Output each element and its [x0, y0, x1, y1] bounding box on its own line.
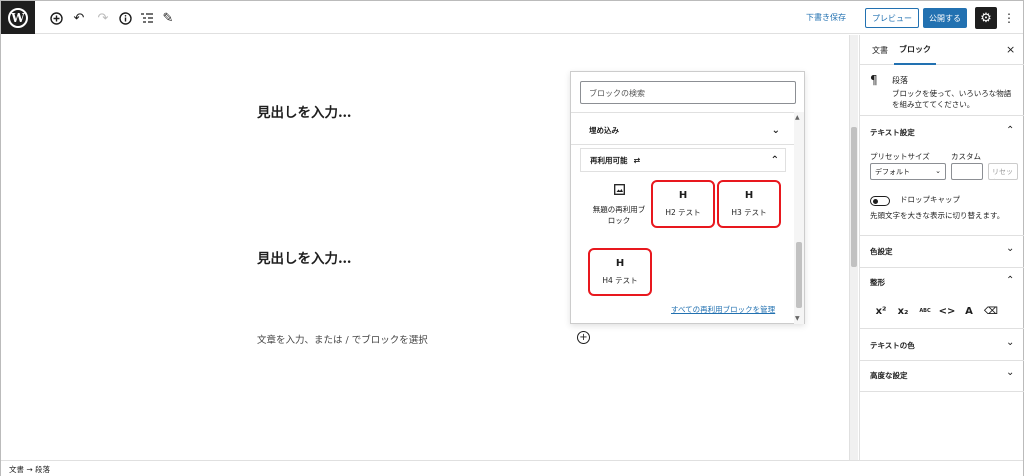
- block-item-h3-test[interactable]: H H3 テスト: [717, 180, 781, 228]
- heading-icon: H: [615, 258, 625, 269]
- text-color-icon[interactable]: A: [960, 303, 978, 319]
- block-item-label: H2 テスト: [665, 208, 701, 217]
- divider: [571, 144, 804, 145]
- tab-document[interactable]: 文書: [866, 35, 894, 65]
- scrollbar-thumb[interactable]: [851, 127, 857, 267]
- chevron-down-icon[interactable]: ⌄: [1006, 367, 1014, 378]
- breadcrumb[interactable]: 文書 → 段落: [9, 464, 50, 475]
- chevron-down-icon: ⌄: [771, 124, 780, 136]
- close-icon[interactable]: ×: [1006, 43, 1015, 56]
- panel-text-color[interactable]: テキストの色: [870, 340, 1016, 351]
- preset-size-value: デフォルト: [875, 168, 910, 176]
- paragraph-placeholder[interactable]: 文章を入力、または / でブロックを選択: [257, 332, 428, 346]
- tab-block[interactable]: ブロック: [894, 35, 936, 65]
- drop-cap-toggle[interactable]: [870, 196, 890, 206]
- more-options-icon[interactable]: ⋮: [1003, 10, 1015, 26]
- panel-text-settings[interactable]: テキスト設定: [870, 127, 1016, 138]
- redo-icon[interactable]: ↷: [95, 10, 111, 26]
- code-icon[interactable]: <>: [938, 303, 956, 319]
- publish-button[interactable]: 公開する: [923, 8, 967, 28]
- add-block-icon[interactable]: [48, 10, 64, 26]
- preset-size-label: プリセットサイズ: [870, 152, 930, 161]
- canvas-scrollbar[interactable]: [849, 35, 858, 460]
- panel-formatting[interactable]: 整形: [870, 277, 1016, 288]
- heading-icon: H: [744, 190, 754, 201]
- drop-cap-help: 先頭文字を大きな表示に切り替えます。: [870, 211, 1005, 220]
- block-search-input[interactable]: ブロックの検索: [580, 81, 796, 104]
- inserter-scrollbar[interactable]: ▲ ▼: [794, 112, 804, 324]
- wordpress-logo-icon[interactable]: W: [1, 1, 35, 34]
- chevron-up-icon[interactable]: ⌃: [1006, 125, 1014, 136]
- scrollbar-thumb[interactable]: [796, 242, 802, 308]
- divider: [571, 112, 804, 113]
- block-title: 段落: [892, 76, 908, 85]
- reusable-icon: ⇄: [633, 155, 641, 165]
- divider: [860, 391, 1024, 392]
- strikethrough-icon[interactable]: ABC: [916, 303, 934, 319]
- block-description: ブロックを使って、いろいろな物語を組み立ててください。: [892, 89, 1012, 109]
- panel-embeds-label: 埋め込み: [589, 125, 619, 135]
- chevron-up-icon[interactable]: ⌃: [1006, 275, 1014, 286]
- undo-icon[interactable]: ↶: [71, 10, 87, 26]
- paragraph-icon: ¶: [870, 73, 878, 87]
- custom-size-input[interactable]: [951, 163, 983, 180]
- divider: [860, 115, 1024, 116]
- info-icon[interactable]: [117, 10, 133, 26]
- divider: [860, 235, 1024, 236]
- settings-gear-icon[interactable]: ⚙: [975, 7, 997, 29]
- scroll-up-icon[interactable]: ▲: [795, 114, 800, 121]
- chevron-down-icon[interactable]: ⌄: [1006, 243, 1014, 254]
- heading-block-1[interactable]: 見出しを入力…: [257, 101, 352, 121]
- block-item-h4-test[interactable]: H H4 テスト: [588, 248, 652, 296]
- manage-reusable-blocks-link[interactable]: すべての再利用ブロックを管理: [671, 304, 775, 315]
- panel-color-settings[interactable]: 色設定: [870, 246, 1016, 257]
- block-item-label: H4 テスト: [602, 276, 638, 285]
- chevron-down-icon[interactable]: ⌄: [1006, 337, 1014, 348]
- divider: [860, 360, 1024, 361]
- divider: [860, 328, 1024, 329]
- inline-inserter-plus-icon[interactable]: +: [577, 331, 590, 344]
- divider: [860, 267, 1024, 268]
- custom-size-label: カスタム: [951, 152, 981, 161]
- superscript-icon[interactable]: x²: [872, 303, 890, 319]
- block-item-label: H3 テスト: [731, 208, 767, 217]
- heading-icon: H: [678, 190, 688, 201]
- chevron-down-icon: ⌄: [935, 167, 941, 175]
- block-inserter-popover: ブロックの検索 埋め込み ⌄ 再利用可能 ⇄ ⌃ 無題の再利用ブロック H H2…: [570, 71, 805, 324]
- subscript-icon[interactable]: x₂: [894, 303, 912, 319]
- settings-sidebar: 文書 ブロック × ¶ 段落 ブロックを使って、いろいろな物語を組み立ててくださ…: [859, 35, 1024, 460]
- clear-formatting-icon[interactable]: ⌫: [982, 303, 1000, 319]
- sidebar-tabs: 文書 ブロック ×: [860, 35, 1024, 65]
- preset-size-select[interactable]: デフォルト ⌄: [870, 163, 946, 180]
- panel-reusable-label: 再利用可能: [590, 155, 628, 165]
- block-item-label: 無題の再利用ブロック: [592, 205, 646, 225]
- reusable-block-icon: [613, 184, 625, 198]
- edit-tools-icon[interactable]: ✎: [160, 10, 176, 26]
- panel-reusable[interactable]: 再利用可能 ⇄ ⌃: [580, 148, 786, 172]
- scroll-down-icon[interactable]: ▼: [795, 315, 800, 322]
- reset-button[interactable]: リセット: [988, 163, 1018, 180]
- list-view-icon[interactable]: [139, 10, 155, 26]
- preview-button[interactable]: プレビュー: [865, 8, 919, 28]
- heading-block-2[interactable]: 見出しを入力…: [257, 247, 352, 267]
- top-toolbar: W ↶ ↷ ✎ 下書き保存 プレビュー 公開する ⚙ ⋮: [1, 1, 1023, 34]
- footer-bar: 文書 → 段落: [1, 460, 1023, 476]
- block-item-h2-test[interactable]: H H2 テスト: [651, 180, 715, 228]
- drop-cap-label: ドロップキャップ: [900, 195, 960, 204]
- panel-embeds[interactable]: 埋め込み ⌄: [580, 118, 786, 142]
- save-draft-button[interactable]: 下書き保存: [806, 12, 846, 23]
- chevron-up-icon: ⌃: [770, 154, 779, 166]
- block-item-untitled-reusable[interactable]: 無題の再利用ブロック: [589, 182, 649, 228]
- panel-advanced[interactable]: 高度な設定: [870, 370, 1016, 381]
